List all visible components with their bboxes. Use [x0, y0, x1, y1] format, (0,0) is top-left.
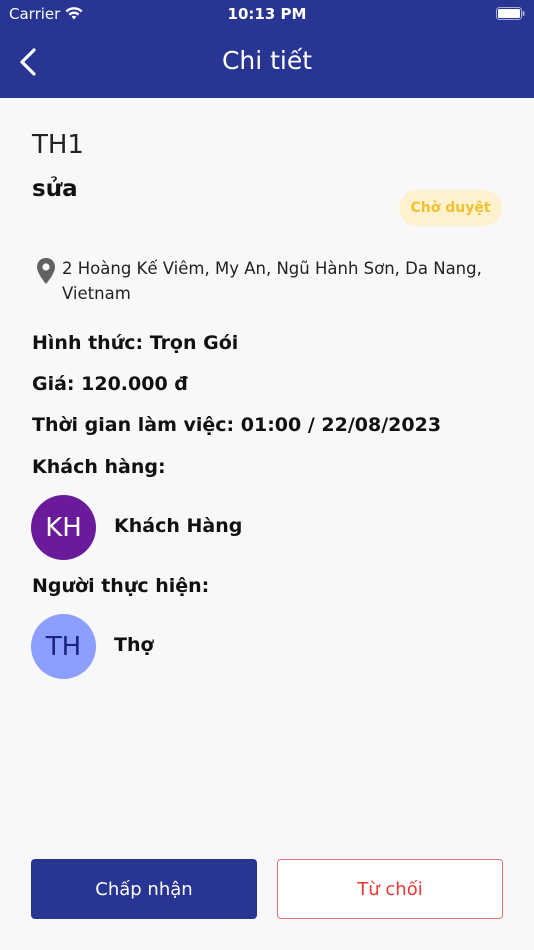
customer-avatar: KH [31, 495, 96, 560]
worker-avatar: TH [31, 614, 96, 679]
work-time: Thời gian làm việc: 01:00 / 22/08/2023 [32, 414, 442, 436]
app-header: Carrier 10:13 PM Chi tiết [0, 0, 534, 98]
price: Giá: 120.000 đ [32, 373, 188, 395]
page-title: Chi tiết [221, 46, 313, 75]
location-pin-icon [37, 258, 55, 284]
status-badge: Chờ duyệt [399, 190, 502, 226]
customer-label: Khách hàng: [32, 456, 166, 478]
worker-label: Người thực hiện: [32, 575, 210, 597]
clock: 10:13 PM [227, 5, 307, 23]
worker-name: Thợ [114, 634, 154, 656]
status-bar: Carrier 10:13 PM [0, 0, 534, 28]
address: 2 Hoàng Kế Viêm, My An, Ngũ Hành Sơn, Da… [62, 259, 482, 303]
reject-button[interactable]: Từ chối [277, 859, 503, 919]
customer-name: Khách Hàng [114, 515, 243, 537]
accept-button[interactable]: Chấp nhận [31, 859, 257, 919]
service-name: sửa [32, 176, 78, 202]
service-form: Hình thức: Trọn Gói [32, 332, 239, 354]
battery-icon [496, 7, 525, 20]
job-code: TH1 [32, 130, 84, 160]
